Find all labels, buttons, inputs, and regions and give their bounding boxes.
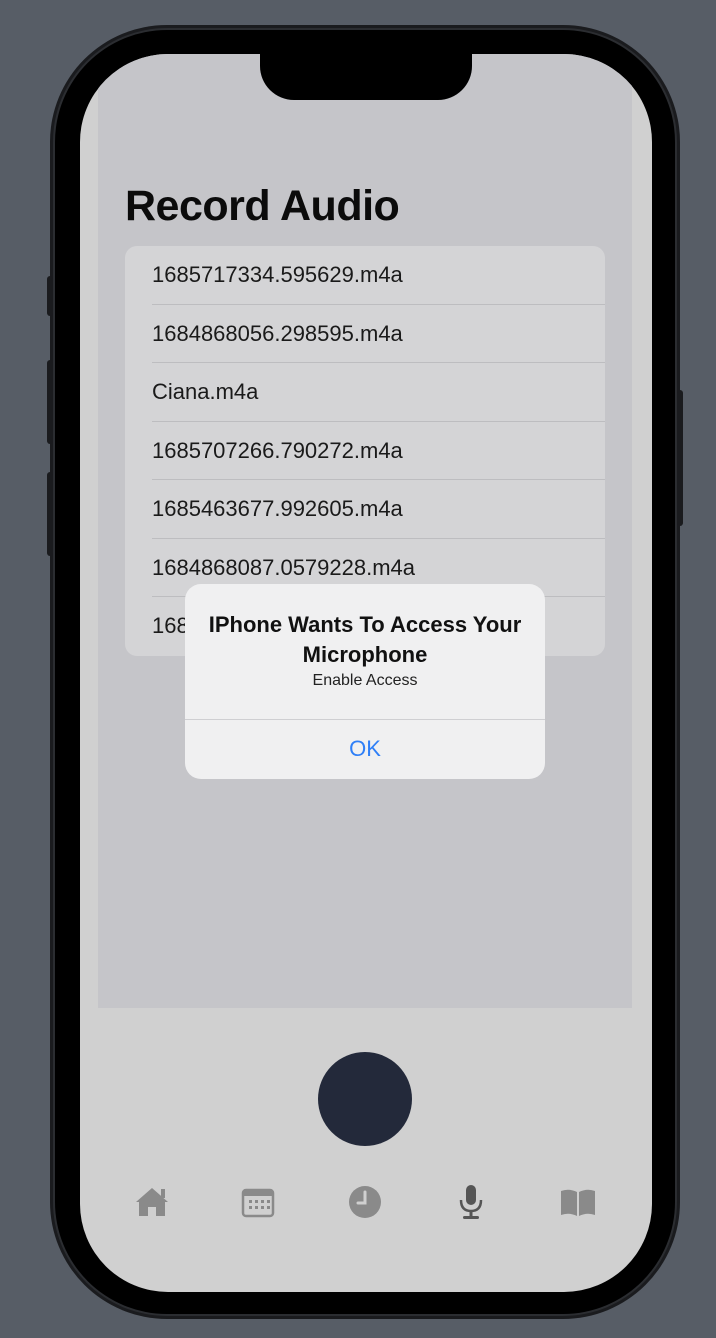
silent-switch (47, 276, 53, 316)
list-item[interactable]: 1685707266.790272.m4a (125, 422, 605, 481)
book-icon (561, 1189, 595, 1216)
calendar-icon (241, 1188, 275, 1218)
tab-calendar[interactable] (238, 1182, 278, 1222)
microphone-permission-alert: IPhone Wants To Access Your Microphone E… (185, 584, 545, 779)
recording-name: 1685717334.595629.m4a (152, 262, 403, 287)
page-title: Record Audio (125, 182, 400, 230)
volume-down-button (47, 472, 53, 556)
list-item[interactable]: 1685717334.595629.m4a (125, 246, 605, 305)
tab-history[interactable] (345, 1182, 385, 1222)
list-item[interactable]: 1685463677.992605.m4a (125, 480, 605, 539)
recording-name: 168 (152, 613, 189, 638)
list-item[interactable]: 1684868056.298595.m4a (125, 305, 605, 364)
alert-message: Enable Access (312, 672, 418, 689)
list-item[interactable]: Ciana.m4a (125, 363, 605, 422)
recording-name: 1684868056.298595.m4a (152, 320, 403, 346)
record-button[interactable] (318, 1052, 412, 1146)
tab-library[interactable] (558, 1182, 598, 1222)
alert-title: IPhone Wants To Access Your Microphone (208, 612, 522, 667)
notch (260, 54, 472, 100)
volume-up-button (47, 360, 53, 444)
recording-name: Ciana.m4a (152, 379, 259, 404)
tab-record[interactable] (451, 1182, 491, 1222)
recording-name: 1685707266.790272.m4a (152, 437, 403, 463)
recording-name: 1684868087.0579228.m4a (152, 554, 416, 580)
power-button (677, 390, 683, 526)
phone-screen: Record Audio 1685717334.595629.m4a 16848… (80, 54, 652, 1292)
recording-name: 1685463677.992605.m4a (152, 496, 403, 521)
home-icon (136, 1188, 168, 1216)
tab-home[interactable] (132, 1182, 172, 1222)
ok-button[interactable]: OK (185, 719, 545, 779)
clock-icon (349, 1186, 381, 1218)
microphone-icon (459, 1185, 483, 1219)
